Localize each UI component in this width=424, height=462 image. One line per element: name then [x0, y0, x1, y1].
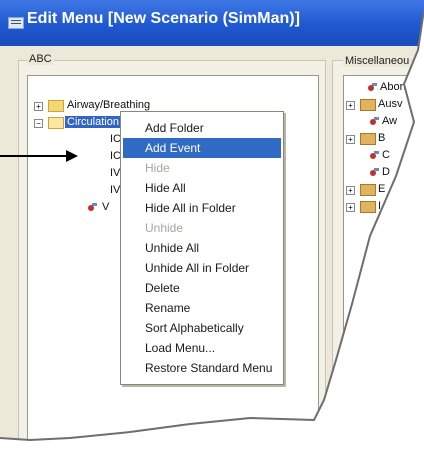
context-menu: Add Folder Add Event Hide Hide All Hide … [120, 111, 284, 385]
collapse-icon[interactable]: − [34, 119, 43, 128]
tree-item-label: Abort [380, 81, 407, 93]
event-icon [88, 203, 97, 212]
folder-icon [360, 201, 376, 213]
folder-icon [360, 133, 376, 145]
menu-item-add-folder[interactable]: Add Folder [123, 118, 281, 138]
tree-item-label: D [382, 166, 390, 178]
tree-item-label: E [378, 183, 386, 195]
title-bar[interactable]: Edit Menu [New Scenario (SimMan)] [0, 0, 424, 46]
tree-item-label: V [102, 201, 110, 213]
pointer-arrow-icon [0, 150, 78, 162]
miscellaneous-panel: Miscellaneou Abort + Ausv Aw + B C D + E… [332, 55, 424, 422]
event-icon [370, 151, 379, 160]
menu-item-hide[interactable]: Hide [123, 158, 281, 178]
tree-item-label: IV [110, 167, 121, 179]
edit-menu-window: Edit Menu [New Scenario (SimMan)] ABC + … [0, 0, 424, 440]
tree-item-label: Ausv [378, 98, 403, 110]
menu-item-rename[interactable]: Rename [123, 298, 281, 318]
menu-item-unhide[interactable]: Unhide [123, 218, 281, 238]
tree-item-label: I [378, 200, 382, 212]
menu-item-restore-standard-menu[interactable]: Restore Standard Menu [123, 358, 281, 378]
window-menu-icon[interactable] [8, 17, 24, 29]
expand-icon[interactable]: + [346, 186, 355, 195]
folder-icon [48, 100, 64, 112]
folder-icon [360, 99, 376, 111]
expand-icon[interactable]: + [34, 102, 43, 111]
tree-item-label: Aw [382, 115, 398, 127]
tree-item-label: Circulation [65, 116, 121, 128]
event-icon [370, 168, 379, 177]
tree-item-label: C [382, 149, 390, 161]
menu-item-hide-all[interactable]: Hide All [123, 178, 281, 198]
menu-item-hide-all-in-folder[interactable]: Hide All in Folder [123, 198, 281, 218]
window-title: Edit Menu [New Scenario (SimMan)] [27, 10, 300, 27]
event-icon [370, 117, 379, 126]
folder-icon [360, 184, 376, 196]
tree-item-label: B [378, 132, 386, 144]
expand-icon[interactable]: + [346, 203, 355, 212]
menu-item-unhide-all-in-folder[interactable]: Unhide All in Folder [123, 258, 281, 278]
tree-item-label: Airway/Breathing [67, 99, 151, 111]
event-icon [368, 83, 377, 92]
tree-item-label: IV [110, 184, 121, 196]
open-folder-icon [48, 117, 64, 129]
menu-item-load-menu[interactable]: Load Menu... [123, 338, 281, 358]
miscellaneous-panel-title: Miscellaneou [343, 55, 412, 67]
abc-panel-title: ABC [27, 53, 54, 65]
menu-item-unhide-all[interactable]: Unhide All [123, 238, 281, 258]
menu-item-delete[interactable]: Delete [123, 278, 281, 298]
menu-item-sort-alphabetically[interactable]: Sort Alphabetically [123, 318, 281, 338]
menu-item-add-event[interactable]: Add Event [123, 138, 281, 158]
expand-icon[interactable]: + [346, 101, 355, 110]
miscellaneous-tree-list[interactable]: Abort + Ausv Aw + B C D + E + I [343, 75, 424, 407]
expand-icon[interactable]: + [346, 135, 355, 144]
